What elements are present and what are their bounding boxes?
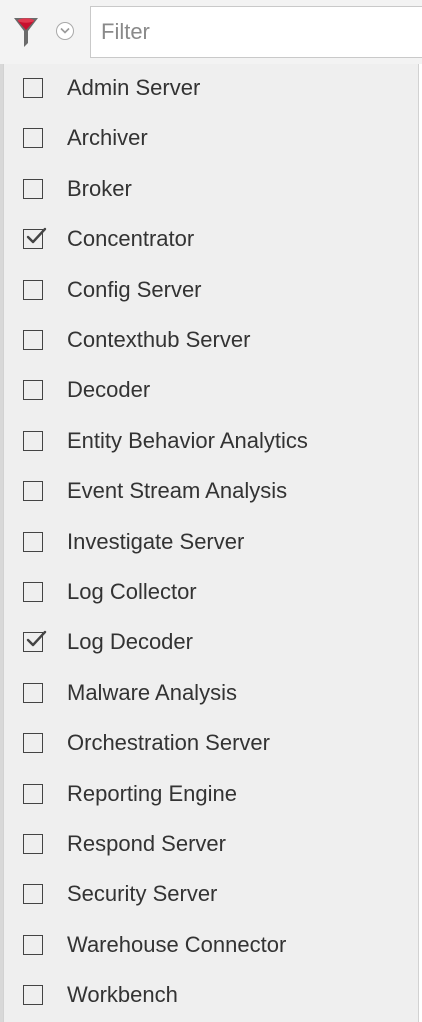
option-label: Security Server <box>67 881 218 907</box>
option-label: Respond Server <box>67 831 226 856</box>
option-item[interactable]: Log Collector <box>4 568 418 616</box>
option-item[interactable]: Log Decoder <box>4 618 418 666</box>
filter-toolbar <box>0 0 422 64</box>
checkmark-icon <box>26 631 47 647</box>
option-label: Broker <box>67 175 132 201</box>
option-label: Archiver <box>67 125 148 151</box>
option-item[interactable]: Contexthub Server <box>4 316 418 364</box>
option-label: Orchestration Server <box>67 730 270 756</box>
checkbox[interactable] <box>23 834 43 854</box>
option-label: Entity Behavior Analytics <box>67 427 308 453</box>
option-item[interactable]: Entity Behavior Analytics <box>4 417 418 465</box>
option-label: Workbench <box>67 982 178 1008</box>
option-label: Log Decoder <box>67 629 193 655</box>
checkbox[interactable] <box>23 783 43 804</box>
option-item[interactable]: Broker <box>4 165 418 213</box>
funnel-icon[interactable] <box>12 14 40 50</box>
option-item[interactable]: Archiver <box>4 114 418 162</box>
option-item[interactable]: Admin Server <box>4 64 418 112</box>
option-label: Investigate Server <box>67 528 245 554</box>
option-item[interactable]: Warehouse Connector <box>4 921 418 969</box>
filter-input[interactable] <box>90 6 422 58</box>
checkbox[interactable] <box>23 78 43 98</box>
chevron-down-icon[interactable] <box>56 22 74 40</box>
option-item[interactable]: Decoder <box>4 366 418 414</box>
checkbox[interactable] <box>23 481 43 502</box>
checkbox[interactable] <box>23 733 43 754</box>
option-label: Reporting Engine <box>67 780 238 806</box>
option-label: Concentrator <box>67 226 195 252</box>
option-item[interactable]: Event Stream Analysis <box>4 467 418 515</box>
checkbox[interactable] <box>23 330 43 350</box>
checkbox[interactable] <box>23 128 43 149</box>
option-item[interactable]: Malware Analysis <box>4 669 418 717</box>
checkbox[interactable] <box>23 985 43 1006</box>
option-item[interactable]: Orchestration Server <box>4 719 418 767</box>
option-label: Event Stream Analysis <box>67 478 288 504</box>
option-label: Admin Server <box>67 75 201 100</box>
checkbox[interactable] <box>23 934 43 955</box>
checkbox-checked[interactable] <box>23 631 47 653</box>
checkbox[interactable] <box>23 380 43 401</box>
service-filter-dropdown: Admin Server Archiver Broker Concentrator Co… <box>0 0 422 1022</box>
checkmark-icon <box>26 227 47 244</box>
checkbox[interactable] <box>23 582 43 602</box>
checkbox[interactable] <box>23 279 43 300</box>
option-label: Log Collector <box>67 579 197 604</box>
option-item[interactable]: Reporting Engine <box>4 770 418 818</box>
option-label: Warehouse Connector <box>67 931 287 957</box>
option-label: Config Server <box>67 276 202 302</box>
option-item[interactable]: Workbench <box>4 971 418 1019</box>
service-options-list: Admin Server Archiver Broker Concentrator Co… <box>3 64 419 1022</box>
checkbox[interactable] <box>23 682 43 703</box>
checkbox[interactable] <box>23 884 43 905</box>
option-item[interactable]: Config Server <box>4 266 418 314</box>
option-item[interactable]: Respond Server <box>4 820 418 868</box>
checkbox-checked[interactable] <box>23 227 47 250</box>
checkbox[interactable] <box>23 531 43 552</box>
option-item[interactable]: Investigate Server <box>4 518 418 566</box>
checkbox[interactable] <box>23 430 43 451</box>
option-label: Malware Analysis <box>67 679 237 705</box>
option-label: Contexthub Server <box>67 327 251 352</box>
option-item[interactable]: Concentrator <box>4 215 418 263</box>
option-label: Decoder <box>67 377 151 403</box>
option-item[interactable]: Security Server <box>4 870 418 918</box>
checkbox[interactable] <box>23 178 43 199</box>
